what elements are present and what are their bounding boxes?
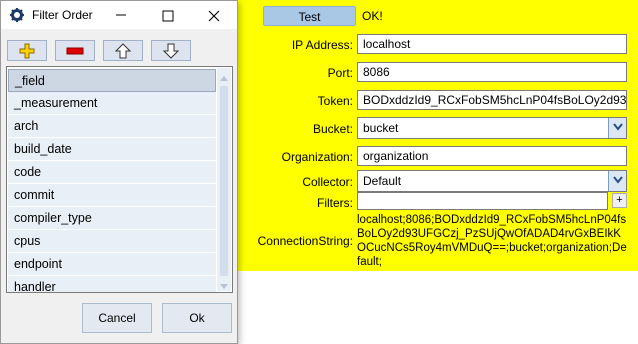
- list-item[interactable]: _measurement: [8, 92, 216, 115]
- collector-value: Default: [363, 174, 402, 188]
- gear-icon: [10, 8, 24, 22]
- bucket-value: bucket: [363, 121, 399, 135]
- port-field[interactable]: 8086: [357, 62, 627, 82]
- add-filter-button[interactable]: +: [612, 193, 627, 208]
- vertical-scrollbar[interactable]: [217, 68, 231, 291]
- token-field[interactable]: BODxddzId9_RCxFobSM5hcLnP04fsBoLOy2d93UF…: [357, 90, 627, 110]
- collector-combo[interactable]: Default: [357, 170, 627, 192]
- move-up-button[interactable]: [103, 40, 143, 61]
- test-button[interactable]: Test: [263, 6, 356, 26]
- bucket-combo[interactable]: bucket: [357, 117, 627, 139]
- list-item[interactable]: cpus: [8, 230, 216, 253]
- arrow-down-icon: [162, 43, 180, 59]
- remove-item-button[interactable]: [55, 40, 95, 61]
- scroll-up-icon[interactable]: [219, 70, 229, 81]
- chevron-down-icon: [612, 176, 623, 184]
- close-button[interactable]: [194, 1, 234, 29]
- dialog-title: Filter Order: [32, 8, 93, 22]
- maximize-icon: [162, 10, 174, 22]
- cancel-button[interactable]: Cancel: [82, 303, 152, 333]
- list-item[interactable]: arch: [8, 115, 216, 138]
- ip-address-field[interactable]: localhost: [357, 34, 627, 54]
- scroll-down-icon[interactable]: [219, 279, 229, 289]
- minimize-icon: [116, 14, 126, 16]
- filter-order-dialog: Filter Order _field _measurement arch bu…: [0, 0, 238, 344]
- list-item[interactable]: _field: [8, 69, 216, 92]
- list-item[interactable]: compiler_type: [8, 207, 216, 230]
- list-item[interactable]: commit: [8, 184, 216, 207]
- ok-button[interactable]: Ok: [162, 303, 232, 333]
- title-bar[interactable]: Filter Order: [1, 1, 237, 29]
- collector-dropdown-button[interactable]: [608, 171, 626, 191]
- list-item[interactable]: build_date: [8, 138, 216, 161]
- list-item[interactable]: code: [8, 161, 216, 184]
- list-item[interactable]: handler: [8, 276, 216, 292]
- minimize-button[interactable]: [101, 1, 141, 29]
- maximize-button[interactable]: [148, 1, 188, 29]
- close-icon: [208, 10, 220, 22]
- list-item[interactable]: endpoint: [8, 253, 216, 276]
- filter-list[interactable]: _field _measurement arch build_date code…: [6, 66, 233, 293]
- scrollbar-thumb[interactable]: [220, 86, 228, 276]
- chevron-down-icon: [612, 123, 623, 131]
- add-item-button[interactable]: [7, 40, 47, 61]
- bucket-dropdown-button[interactable]: [608, 118, 626, 138]
- filters-field[interactable]: [357, 192, 608, 210]
- minus-icon: [66, 47, 84, 55]
- test-status: OK!: [362, 9, 383, 23]
- move-down-button[interactable]: [151, 40, 191, 61]
- plus-icon: [19, 43, 35, 59]
- organization-field[interactable]: organization: [357, 146, 627, 166]
- arrow-up-icon: [114, 43, 132, 59]
- connection-string-value: localhost;8086;BODxddzId9_RCxFobSM5hcLnP…: [357, 214, 627, 268]
